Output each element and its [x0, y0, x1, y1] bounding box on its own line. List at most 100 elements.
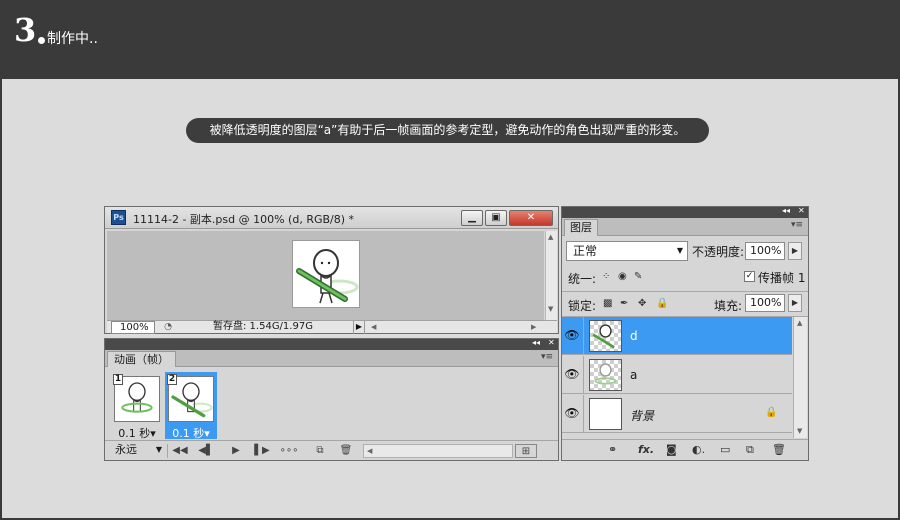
- trash-icon[interactable]: 🗑: [772, 443, 786, 457]
- animation-horizontal-scrollbar[interactable]: ◀: [363, 444, 513, 458]
- scroll-down-icon[interactable]: ▼: [548, 305, 553, 313]
- eye-icon[interactable]: 👁: [564, 327, 580, 343]
- close-panel-icon[interactable]: ✕: [798, 206, 805, 215]
- duplicate-frame-icon[interactable]: ⧉: [313, 444, 327, 458]
- document-canvas-view[interactable]: [107, 231, 544, 320]
- fill-slider-toggle[interactable]: ▶: [788, 294, 802, 312]
- fx-icon[interactable]: fx.: [638, 443, 654, 457]
- layers-panel-topbar[interactable]: ◂◂ ✕: [562, 206, 808, 218]
- lock-position-move-icon[interactable]: ✥: [638, 298, 646, 310]
- scroll-up-icon[interactable]: ▲: [548, 233, 553, 241]
- layer-name[interactable]: a: [630, 368, 637, 382]
- panel-menu-icon[interactable]: ▾≡: [791, 220, 803, 230]
- eye-icon[interactable]: 👁: [564, 366, 580, 382]
- zoom-level-field[interactable]: 100%: [111, 321, 155, 334]
- panel-divider: [562, 291, 808, 292]
- document-vertical-scrollbar[interactable]: ▲ ▼: [545, 231, 557, 320]
- unify-style-icon[interactable]: ✎: [634, 271, 642, 283]
- layers-tab-row: 图层 ▾≡: [562, 218, 808, 236]
- animation-panel-topbar[interactable]: ◂◂ ✕: [105, 338, 558, 350]
- frame-number: 2: [167, 374, 177, 385]
- layer-thumbnail: [589, 398, 622, 430]
- rewind-icon[interactable]: ◀◀: [171, 444, 189, 458]
- layer-thumbnail: [589, 320, 622, 352]
- opacity-input[interactable]: 100%: [745, 242, 785, 260]
- opacity-label: 不透明度:: [692, 245, 745, 259]
- unify-position-icon[interactable]: ⁘: [602, 271, 610, 283]
- animation-toolbar: 永远 ▼ ◀◀ ◀▌ ▶ ▌▶ ∘∘∘ ⧉ 🗑 ◀ ⊞: [105, 440, 558, 460]
- unify-visibility-icon[interactable]: ◉: [618, 271, 627, 283]
- document-titlebar[interactable]: Ps 11114-2 - 副本.psd @ 100% (d, RGB/8) * …: [105, 207, 558, 229]
- loop-options-select[interactable]: 永远 ▼: [109, 443, 164, 458]
- layer-name[interactable]: d: [630, 329, 638, 343]
- scroll-down-icon[interactable]: ▼: [797, 427, 802, 435]
- lock-label: 锁定:: [568, 299, 597, 313]
- convert-to-timeline-icon[interactable]: ⊞: [515, 444, 537, 458]
- trash-icon[interactable]: 🗑: [339, 444, 353, 458]
- loop-options-value: 永远: [115, 443, 137, 456]
- previous-frame-icon[interactable]: ◀▌: [197, 444, 215, 458]
- status-menu-arrow-icon[interactable]: ▶: [353, 321, 365, 334]
- animation-frame-1[interactable]: 1 0.1 秒▾: [111, 372, 163, 441]
- maximize-button[interactable]: ▣: [485, 210, 507, 226]
- scroll-right-icon[interactable]: ▶: [531, 321, 536, 333]
- step-dot: [38, 37, 45, 44]
- step-number: 3: [14, 11, 37, 49]
- frame-delay-select[interactable]: 0.1 秒▾: [111, 425, 163, 441]
- frame-delay-select[interactable]: 0.1 秒▾: [165, 425, 217, 441]
- document-status-bar: 100% ◔ 暂存盘: 1.54G/1.97G ▶ ◀ ▶: [107, 320, 557, 334]
- layer-thumbnail: [589, 359, 622, 391]
- lock-all-icon[interactable]: 🔒: [656, 298, 668, 310]
- fill-input[interactable]: 100%: [745, 294, 785, 312]
- layer-row-a[interactable]: 👁 a: [562, 356, 792, 394]
- document-window: Ps 11114-2 - 副本.psd @ 100% (d, RGB/8) * …: [104, 206, 559, 334]
- lock-image-brush-icon[interactable]: ✒: [620, 298, 628, 310]
- scroll-left-icon[interactable]: ◀: [371, 321, 376, 333]
- collapse-panel-icon[interactable]: ◂◂: [782, 206, 790, 215]
- tab-layers[interactable]: 图层: [564, 219, 598, 236]
- adjustment-icon[interactable]: ◐.: [692, 443, 705, 457]
- minimize-button[interactable]: ▁: [461, 210, 483, 226]
- lock-icon: 🔒: [765, 407, 778, 418]
- layers-bottom-toolbar: ⚭ fx. ◙ ◐. ▭ ⧉ 🗑: [562, 439, 808, 460]
- photoshop-app-icon: Ps: [111, 210, 126, 225]
- close-button[interactable]: ✕: [509, 210, 553, 226]
- unify-label: 统一:: [568, 272, 597, 286]
- animation-frame-2[interactable]: 2 0.1 秒▾: [165, 372, 217, 441]
- layer-name[interactable]: 背景: [630, 407, 654, 424]
- new-layer-icon[interactable]: ⧉: [746, 443, 754, 457]
- tween-icon[interactable]: ∘∘∘: [279, 444, 299, 458]
- chevron-down-icon: ▼: [676, 246, 683, 255]
- layers-vertical-scrollbar[interactable]: ▲ ▼: [793, 317, 807, 438]
- link-icon[interactable]: ⚭: [608, 443, 617, 457]
- propagate-frame-checkbox[interactable]: ✓: [744, 271, 755, 282]
- eye-icon[interactable]: 👁: [564, 405, 580, 421]
- fill-label: 填充:: [714, 299, 743, 313]
- folder-icon[interactable]: ▭: [720, 443, 730, 457]
- scroll-up-icon[interactable]: ▲: [797, 319, 802, 327]
- play-icon[interactable]: ▶: [229, 444, 243, 458]
- tab-animation-frames[interactable]: 动画（帧）: [107, 351, 176, 367]
- caption-note: 被降低透明度的图层“a”有助于后一帧画面的参考定型，避免动作的角色出现严重的形变…: [186, 118, 709, 143]
- toolbar-divider: [167, 444, 168, 458]
- document-title: 11114-2 - 副本.psd @ 100% (d, RGB/8) *: [133, 213, 355, 226]
- chevron-down-icon: ▼: [155, 445, 162, 454]
- opacity-slider-toggle[interactable]: ▶: [788, 242, 802, 260]
- frame-number: 1: [113, 374, 123, 385]
- lock-transparent-icon[interactable]: ▩: [603, 298, 612, 310]
- zoom-preview-icon[interactable]: ◔: [161, 321, 175, 334]
- animation-panel: ◂◂ ✕ 动画（帧） ▾≡ 1 0.1 秒▾ 2 0.1 秒▾ 永远 ▼ ◀◀ …: [104, 338, 559, 461]
- close-icon: ✕: [526, 212, 536, 223]
- mask-icon[interactable]: ◙: [666, 443, 677, 457]
- minimize-icon: ▁: [468, 212, 476, 223]
- close-panel-icon[interactable]: ✕: [548, 338, 555, 347]
- layers-panel: ◂◂ ✕ 图层 ▾≡ 正常 ▼ 不透明度: 100% ▶ 统一: ⁘ ◉ ✎ ✓…: [561, 206, 809, 461]
- artwork-image: [292, 240, 360, 308]
- panel-menu-icon[interactable]: ▾≡: [541, 352, 553, 362]
- layer-row-d[interactable]: 👁 d: [562, 317, 792, 355]
- collapse-panel-icon[interactable]: ◂◂: [532, 338, 540, 347]
- layer-row-background[interactable]: 👁 背景 🔒: [562, 395, 792, 433]
- next-frame-icon[interactable]: ▌▶: [253, 444, 271, 458]
- animation-tab-row: 动画（帧） ▾≡: [105, 350, 558, 367]
- blend-mode-select[interactable]: 正常 ▼: [566, 241, 688, 261]
